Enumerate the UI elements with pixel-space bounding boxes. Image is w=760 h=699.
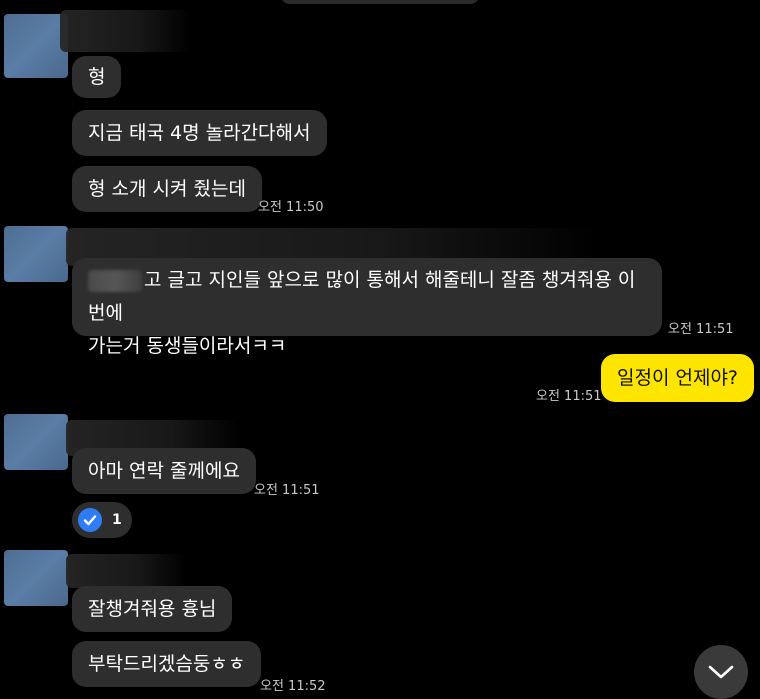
message-timestamp: 오전 11:52 bbox=[260, 679, 326, 694]
message-bubble[interactable]: 아마 연락 줄께에요 bbox=[72, 448, 256, 494]
check-circle-icon bbox=[78, 508, 102, 532]
message-bubble[interactable]: 지금 태국 4명 놀라간다해서 bbox=[72, 110, 327, 156]
reaction-count: 1 bbox=[112, 512, 122, 528]
message-text: 형 소개 시켜 줬는데 bbox=[88, 178, 246, 200]
redacted-text bbox=[88, 269, 142, 292]
avatar[interactable] bbox=[4, 226, 68, 282]
message-text: 지금 태국 4명 놀라간다해서 bbox=[88, 122, 311, 144]
avatar[interactable] bbox=[4, 14, 68, 78]
message-text: 고 글고 지인들 앞으로 많이 통해서 해줄테니 잘좀 챙겨줘용 이번에 bbox=[88, 269, 636, 324]
message-text: 형 bbox=[88, 66, 106, 88]
message-line: 고 글고 지인들 앞으로 많이 통해서 해줄테니 잘좀 챙겨줘용 이번에 bbox=[88, 264, 646, 330]
message-bubble[interactable]: 부탁드리겠슴둥ㅎㅎ bbox=[72, 641, 262, 687]
message-timestamp: 오전 11:51 bbox=[536, 389, 602, 404]
scroll-to-bottom-button[interactable] bbox=[694, 645, 748, 699]
previous-message-edge bbox=[280, 0, 480, 4]
message-text: 잘챙겨줘용 흉님 bbox=[88, 598, 217, 620]
sender-name-redacted bbox=[60, 10, 190, 52]
message-line: 가는거 동생들이라서ㅋㅋ bbox=[88, 335, 287, 357]
avatar[interactable] bbox=[4, 414, 68, 470]
message-timestamp: 오전 11:50 bbox=[258, 200, 324, 215]
reaction-chip[interactable]: 1 bbox=[72, 502, 132, 538]
message-text: 부탁드리겠슴둥ㅎㅎ bbox=[88, 653, 246, 675]
message-bubble[interactable]: 잘챙겨줘용 흉님 bbox=[72, 586, 233, 632]
message-timestamp: 오전 11:51 bbox=[668, 322, 734, 337]
message-bubble[interactable]: 형 소개 시켜 줬는데 bbox=[72, 166, 262, 212]
chevron-down-icon bbox=[708, 665, 734, 679]
message-bubble[interactable]: 형 bbox=[72, 56, 122, 98]
message-text: 아마 연락 줄께에요 bbox=[88, 460, 240, 482]
outgoing-message-bubble[interactable]: 일정이 언제야? bbox=[601, 354, 755, 402]
message-bubble[interactable]: 고 글고 지인들 앞으로 많이 통해서 해줄테니 잘좀 챙겨줘용 이번에 가는거… bbox=[72, 258, 662, 357]
message-text: 일정이 언제야? bbox=[617, 367, 739, 389]
avatar[interactable] bbox=[4, 550, 68, 606]
sender-name-redacted bbox=[66, 554, 186, 588]
message-timestamp: 오전 11:51 bbox=[254, 483, 320, 498]
